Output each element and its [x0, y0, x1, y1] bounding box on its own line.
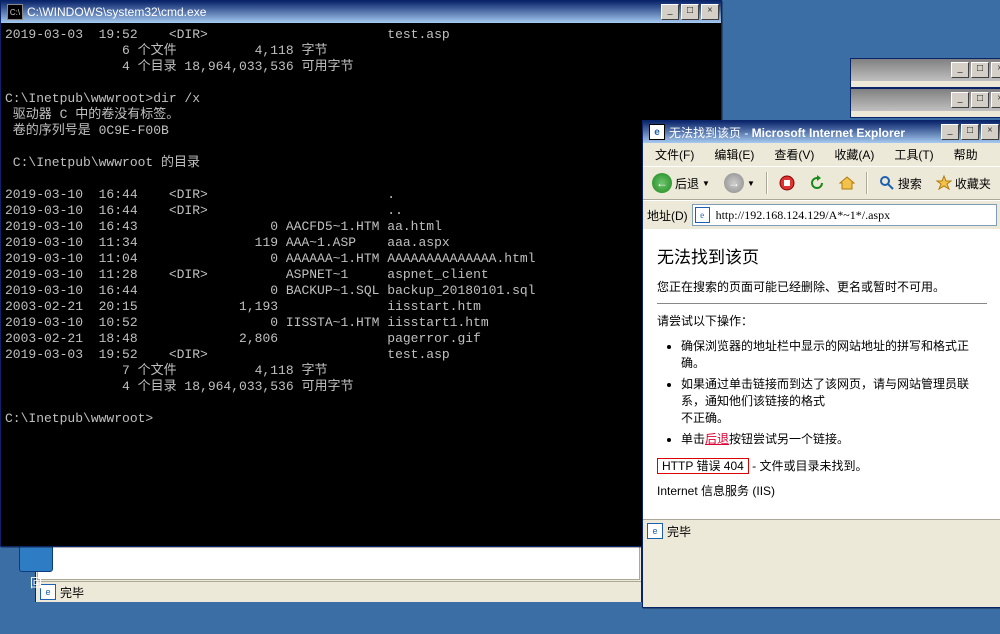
list-item: 单击后退按钮尝试另一个链接。	[681, 430, 987, 447]
page-text: 请尝试以下操作：	[657, 312, 987, 329]
ie-addressbar: 地址(D) e	[643, 200, 1000, 229]
page-text: 您正在搜索的页面可能已经删除、更名或暂时不可用。	[657, 278, 987, 295]
ie-statusbar: e 完毕	[643, 519, 1000, 542]
back-button[interactable]: ← 后退 ▼	[647, 170, 715, 196]
suggestion-list: 确保浏览器的地址栏中显示的网站地址的拼写和格式正确。 如果通过单击链接而到达了该…	[657, 337, 987, 447]
chevron-down-icon: ▼	[702, 179, 710, 188]
ie-icon: e	[649, 124, 665, 140]
address-input[interactable]	[714, 207, 994, 224]
list-item: 确保浏览器的地址栏中显示的网站地址的拼写和格式正确。	[681, 337, 987, 371]
minimize-button[interactable]: _	[661, 4, 679, 20]
minimize-button[interactable]: _	[951, 92, 969, 108]
status-text: 完毕	[667, 523, 691, 540]
stop-icon	[779, 175, 795, 191]
home-button[interactable]	[834, 172, 860, 194]
close-button[interactable]: ×	[981, 124, 999, 140]
menu-tools[interactable]: 工具(T)	[886, 145, 941, 164]
page-icon: e	[695, 207, 710, 223]
minimize-button[interactable]: _	[941, 124, 959, 140]
iis-line: Internet 信息服务 (IIS)	[657, 482, 987, 499]
cmd-icon: C:\	[7, 4, 23, 20]
bg-window: e 完毕	[35, 540, 642, 602]
close-button[interactable]: ×	[701, 4, 719, 20]
forward-button[interactable]: → ▼	[719, 170, 760, 196]
maximize-button[interactable]: □	[971, 62, 989, 78]
ie-menubar: 文件(F) 编辑(E) 查看(V) 收藏(A) 工具(T) 帮助	[643, 143, 1000, 166]
menu-file[interactable]: 文件(F)	[647, 145, 702, 164]
ie-titlebar[interactable]: e 无法找到该页 - Microsoft Internet Explorer _…	[643, 121, 1000, 143]
cmd-titlebar[interactable]: C:\ C:\WINDOWS\system32\cmd.exe _ □ ×	[1, 1, 721, 23]
menu-view[interactable]: 查看(V)	[766, 145, 822, 164]
back-arrow-icon: ←	[652, 173, 672, 193]
desktop-icon-label: 回	[30, 576, 42, 590]
list-item: 如果通过单击链接而到达了该网页，请与网站管理员联系，通知他们该链接的格式不正确。	[681, 375, 987, 426]
ie-content: 无法找到该页 您正在搜索的页面可能已经删除、更名或暂时不可用。 请尝试以下操作：…	[643, 229, 1000, 519]
refresh-button[interactable]	[804, 172, 830, 194]
cmd-window: C:\ C:\WINDOWS\system32\cmd.exe _ □ × 20…	[0, 0, 722, 547]
menu-help[interactable]: 帮助	[946, 145, 986, 164]
ie-window: e 无法找到该页 - Microsoft Internet Explorer _…	[642, 120, 1000, 608]
ie-title: 无法找到该页 - Microsoft Internet Explorer	[669, 124, 941, 141]
maximize-button[interactable]: □	[961, 124, 979, 140]
stop-button[interactable]	[774, 172, 800, 194]
close-button[interactable]: ×	[991, 62, 1000, 78]
maximize-button[interactable]: □	[681, 4, 699, 20]
error-code: HTTP 错误 404	[657, 458, 749, 474]
cmd-title: C:\WINDOWS\system32\cmd.exe	[27, 5, 661, 19]
chevron-down-icon: ▼	[747, 179, 755, 188]
search-icon	[879, 175, 895, 191]
home-icon	[839, 175, 855, 191]
separator	[657, 303, 987, 304]
forward-arrow-icon: →	[724, 173, 744, 193]
maximize-button[interactable]: □	[971, 92, 989, 108]
back-link[interactable]: 后退	[705, 432, 729, 446]
menu-edit[interactable]: 编辑(E)	[706, 145, 762, 164]
search-button[interactable]: 搜索	[874, 172, 927, 195]
separator	[866, 172, 868, 194]
page-title: 无法找到该页	[657, 243, 987, 268]
menu-favorites[interactable]: 收藏(A)	[826, 145, 882, 164]
refresh-icon	[809, 175, 825, 191]
minimize-button[interactable]: _	[951, 62, 969, 78]
address-label: 地址(D)	[647, 207, 688, 224]
favorites-button[interactable]: 收藏夹	[931, 172, 996, 195]
separator	[766, 172, 768, 194]
error-line: HTTP 错误 404 - 文件或目录未找到。	[657, 457, 987, 474]
cmd-output[interactable]: 2019-03-03 19:52 <DIR> test.asp 6 个文件 4,…	[1, 23, 721, 546]
status-text: 完毕	[60, 584, 84, 601]
star-icon	[936, 175, 952, 191]
page-icon: e	[647, 523, 663, 539]
ie-toolbar: ← 后退 ▼ → ▼ 搜索	[643, 166, 1000, 200]
close-button[interactable]: ×	[991, 92, 1000, 108]
address-box[interactable]: e	[692, 204, 997, 226]
